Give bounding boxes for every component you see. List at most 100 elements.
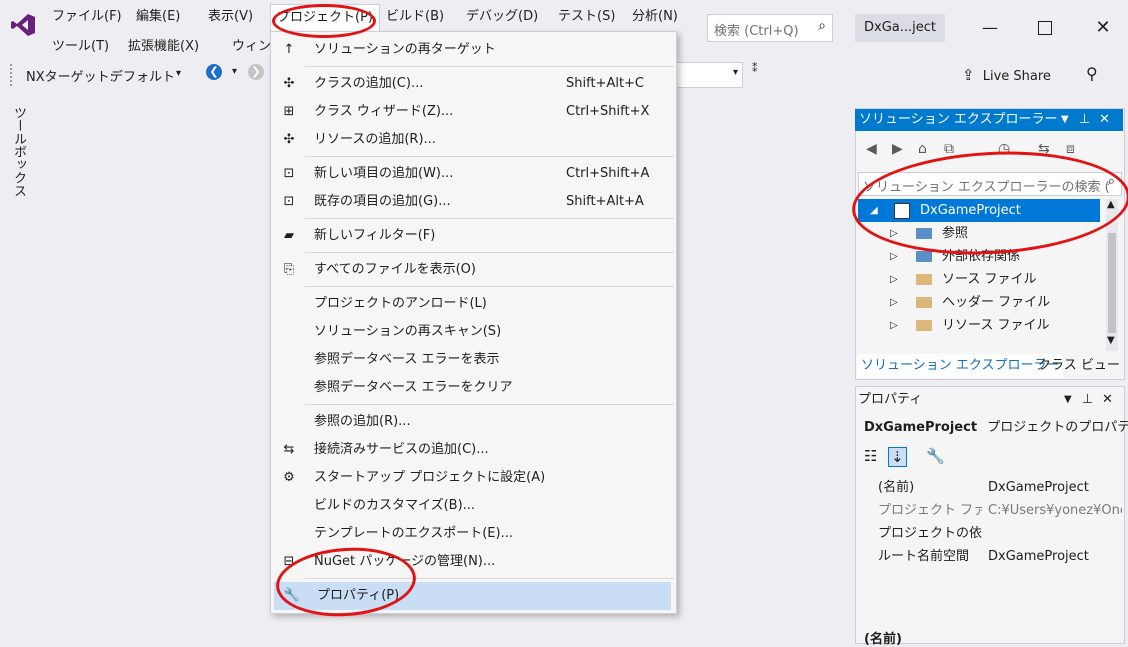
menu-separator xyxy=(305,286,674,287)
menu-extensions[interactable]: 拡張機能(X) xyxy=(122,34,205,60)
switch-views-icon[interactable]: ⧉ xyxy=(944,141,954,157)
menu-item-add-resource[interactable]: ✣ リソースの追加(R)... xyxy=(271,126,674,154)
properties-dropdown-icon[interactable]: ▼ xyxy=(1064,389,1072,411)
tree-node[interactable]: ▷ リソース ファイル xyxy=(858,314,1100,337)
forward-nav-icon[interactable]: ▶ xyxy=(892,141,903,157)
collapsed-icon[interactable]: ▷ xyxy=(890,268,898,291)
history-icon[interactable]: ◷ xyxy=(998,141,1010,157)
properties-close-icon[interactable]: ✕ xyxy=(1102,389,1113,411)
menu-item-clear-db-errors[interactable]: 参照データベース エラーをクリア xyxy=(271,374,674,402)
menu-item-shortcut: Ctrl+Shift+A xyxy=(566,166,650,181)
maximize-button[interactable] xyxy=(1030,14,1060,42)
property-row[interactable]: プロジェクトの依存 xyxy=(870,522,1122,545)
class-view-tab[interactable]: クラス ビュー xyxy=(1034,354,1124,378)
nx-target-value[interactable]: デフォルト xyxy=(110,66,175,85)
toolbar-overflow-icon[interactable]: ⁑ xyxy=(752,62,758,75)
feedback-icon[interactable]: ⚲ xyxy=(1086,64,1098,83)
properties-object-selector[interactable]: DxGameProject プロジェクトのプロパテ xyxy=(858,416,1128,440)
property-pages-icon[interactable]: 🔧 xyxy=(926,447,945,465)
back-dropdown-icon[interactable]: ▾ xyxy=(232,66,237,77)
menu-build[interactable]: ビルド(B) xyxy=(380,4,450,30)
search-box[interactable]: 検索 (Ctrl+Q) ⌕ xyxy=(707,14,833,42)
menu-item-label: 新しいフィルター(F) xyxy=(314,228,436,243)
sync-icon[interactable]: ⇆ xyxy=(1038,141,1050,157)
menu-project[interactable]: プロジェクト(P) xyxy=(270,4,380,32)
pin-icon[interactable]: ⊥ xyxy=(1079,109,1090,131)
properties-pin-icon[interactable]: ⊥ xyxy=(1082,389,1093,411)
collapsed-icon[interactable]: ▷ xyxy=(890,314,898,337)
menu-item-show-all-files[interactable]: ⎘ すべてのファイルを表示(O) xyxy=(271,256,674,284)
toolbar-grip[interactable] xyxy=(10,64,16,86)
menu-item-label: ソリューションの再ターゲット xyxy=(314,42,496,57)
menu-view[interactable]: 表示(V) xyxy=(202,4,259,30)
property-row[interactable]: (名前) DxGameProject xyxy=(870,476,1122,499)
categorized-icon[interactable]: ☷ xyxy=(864,447,877,465)
tree-node[interactable]: ▷ 外部依存関係 xyxy=(858,245,1100,268)
collapse-icon[interactable]: ⧈ xyxy=(1066,141,1075,157)
tree-node-label: 参照 xyxy=(942,226,969,241)
property-row[interactable]: プロジェクト ファイル C:¥Users¥yonez¥One xyxy=(870,499,1122,522)
tree-node[interactable]: ▷ ソース ファイル xyxy=(858,268,1100,291)
collapsed-icon[interactable]: ▷ xyxy=(890,291,898,314)
retarget-icon: ↑ xyxy=(283,42,295,57)
tree-scrollbar[interactable]: ▲ ▼ xyxy=(1106,199,1118,351)
menu-item-build-customizations[interactable]: ビルドのカスタマイズ(B)... xyxy=(271,492,674,520)
back-nav-icon[interactable]: ◀ xyxy=(866,141,877,157)
scroll-thumb[interactable] xyxy=(1108,233,1116,333)
menu-item-set-startup[interactable]: ⚙ スタートアップ プロジェクトに設定(A) xyxy=(271,464,674,492)
dropdown-arrow-icon[interactable]: ▾ xyxy=(176,68,181,79)
scroll-down-icon[interactable]: ▼ xyxy=(1107,335,1115,346)
menu-item-export-template[interactable]: テンプレートのエクスポート(E)... xyxy=(271,520,674,548)
menu-item-existing-item[interactable]: ⊡ 既存の項目の追加(G)... Shift+Alt+A xyxy=(271,188,674,216)
menu-item-add-reference[interactable]: 参照の追加(R)... xyxy=(271,408,674,436)
menu-item-unload-project[interactable]: プロジェクトのアンロード(L) xyxy=(271,290,674,318)
solution-tab[interactable]: ソリューション エクスプローラー xyxy=(857,354,1064,378)
solution-tab-label: ソリューション エクスプローラー xyxy=(861,358,1060,373)
menu-item-manage-nuget[interactable]: ⊟ NuGet パッケージの管理(N)... xyxy=(271,548,674,576)
menu-item-retarget[interactable]: ↑ ソリューションの再ターゲット xyxy=(271,36,674,64)
menu-item-shortcut: Shift+Alt+C xyxy=(566,76,645,91)
menu-item-new-item[interactable]: ⊡ 新しい項目の追加(W)... Ctrl+Shift+A xyxy=(271,160,674,188)
menu-tools[interactable]: ツール(T) xyxy=(46,34,115,60)
solution-search-input[interactable]: ソリューション エクスプローラーの検索 ( ⌕ xyxy=(858,172,1122,196)
menu-item-label: ビルドのカスタマイズ(B)... xyxy=(314,498,476,513)
tree-project[interactable]: ◢ DxGameProject xyxy=(858,199,1100,222)
collapsed-icon[interactable]: ▷ xyxy=(890,222,898,245)
minimize-button[interactable]: — xyxy=(975,14,1005,42)
menu-item-new-filter[interactable]: ▰ 新しいフィルター(F) xyxy=(271,222,674,250)
property-row[interactable]: ルート名前空間 DxGameProject xyxy=(870,545,1122,568)
tree-node[interactable]: ▷ 参照 xyxy=(858,222,1100,245)
menu-analyze[interactable]: 分析(N) xyxy=(626,4,684,30)
combo-arrow-icon: ▾ xyxy=(732,67,738,78)
menu-test[interactable]: テスト(S) xyxy=(552,4,621,30)
back-icon[interactable]: ❮ xyxy=(206,64,222,80)
menu-file[interactable]: ファイル(F) xyxy=(46,4,128,30)
menu-item-add-class[interactable]: ✣ クラスの追加(C)... Shift+Alt+C xyxy=(271,70,674,98)
menu-item-rescan-solution[interactable]: ソリューションの再スキャン(S) xyxy=(271,318,674,346)
collapsed-icon[interactable]: ▷ xyxy=(890,245,898,268)
vs-logo[interactable] xyxy=(10,12,36,38)
home-icon[interactable]: ⌂ xyxy=(918,141,927,157)
menu-item-properties[interactable]: 🔧 プロパティ(P) xyxy=(274,582,671,610)
solution-explorer-title[interactable]: ソリューション エクスプローラー ▼ ⊥ ✕ xyxy=(855,109,1123,131)
menu-item-class-wizard[interactable]: ⊞ クラス ウィザード(Z)... Ctrl+Shift+X xyxy=(271,98,674,126)
toolbar-combo[interactable]: ▾ xyxy=(676,62,743,88)
live-share-button[interactable]: ⇪ Live Share xyxy=(962,66,1051,84)
tree-node[interactable]: ▷ ヘッダー ファイル xyxy=(858,291,1100,314)
properties-title[interactable]: プロパティ ▼ ⊥ ✕ xyxy=(858,389,1122,411)
alphabetical-icon[interactable]: ⇣ xyxy=(888,447,907,467)
panel-dropdown-icon[interactable]: ▼ xyxy=(1061,109,1069,131)
menu-item-add-connected-service[interactable]: ⇆ 接続済みサービスの追加(C)... xyxy=(271,436,674,464)
close-button[interactable]: ✕ xyxy=(1088,14,1118,42)
show-all-files-icon: ⎘ xyxy=(283,262,295,277)
menu-edit[interactable]: 編集(E) xyxy=(130,4,186,30)
scroll-up-icon[interactable]: ▲ xyxy=(1107,199,1115,210)
forward-icon[interactable]: ❯ xyxy=(248,64,264,80)
solution-name-badge[interactable]: DxGa...ject xyxy=(855,14,945,42)
menu-debug[interactable]: デバッグ(D) xyxy=(460,4,544,30)
folder-icon xyxy=(916,297,932,308)
toolbox-tab[interactable]: ツールボックス xyxy=(8,106,28,197)
panel-close-icon[interactable]: ✕ xyxy=(1099,109,1110,131)
solution-search-icon: ⌕ xyxy=(1107,174,1115,189)
menu-item-show-db-errors[interactable]: 参照データベース エラーを表示 xyxy=(271,346,674,374)
